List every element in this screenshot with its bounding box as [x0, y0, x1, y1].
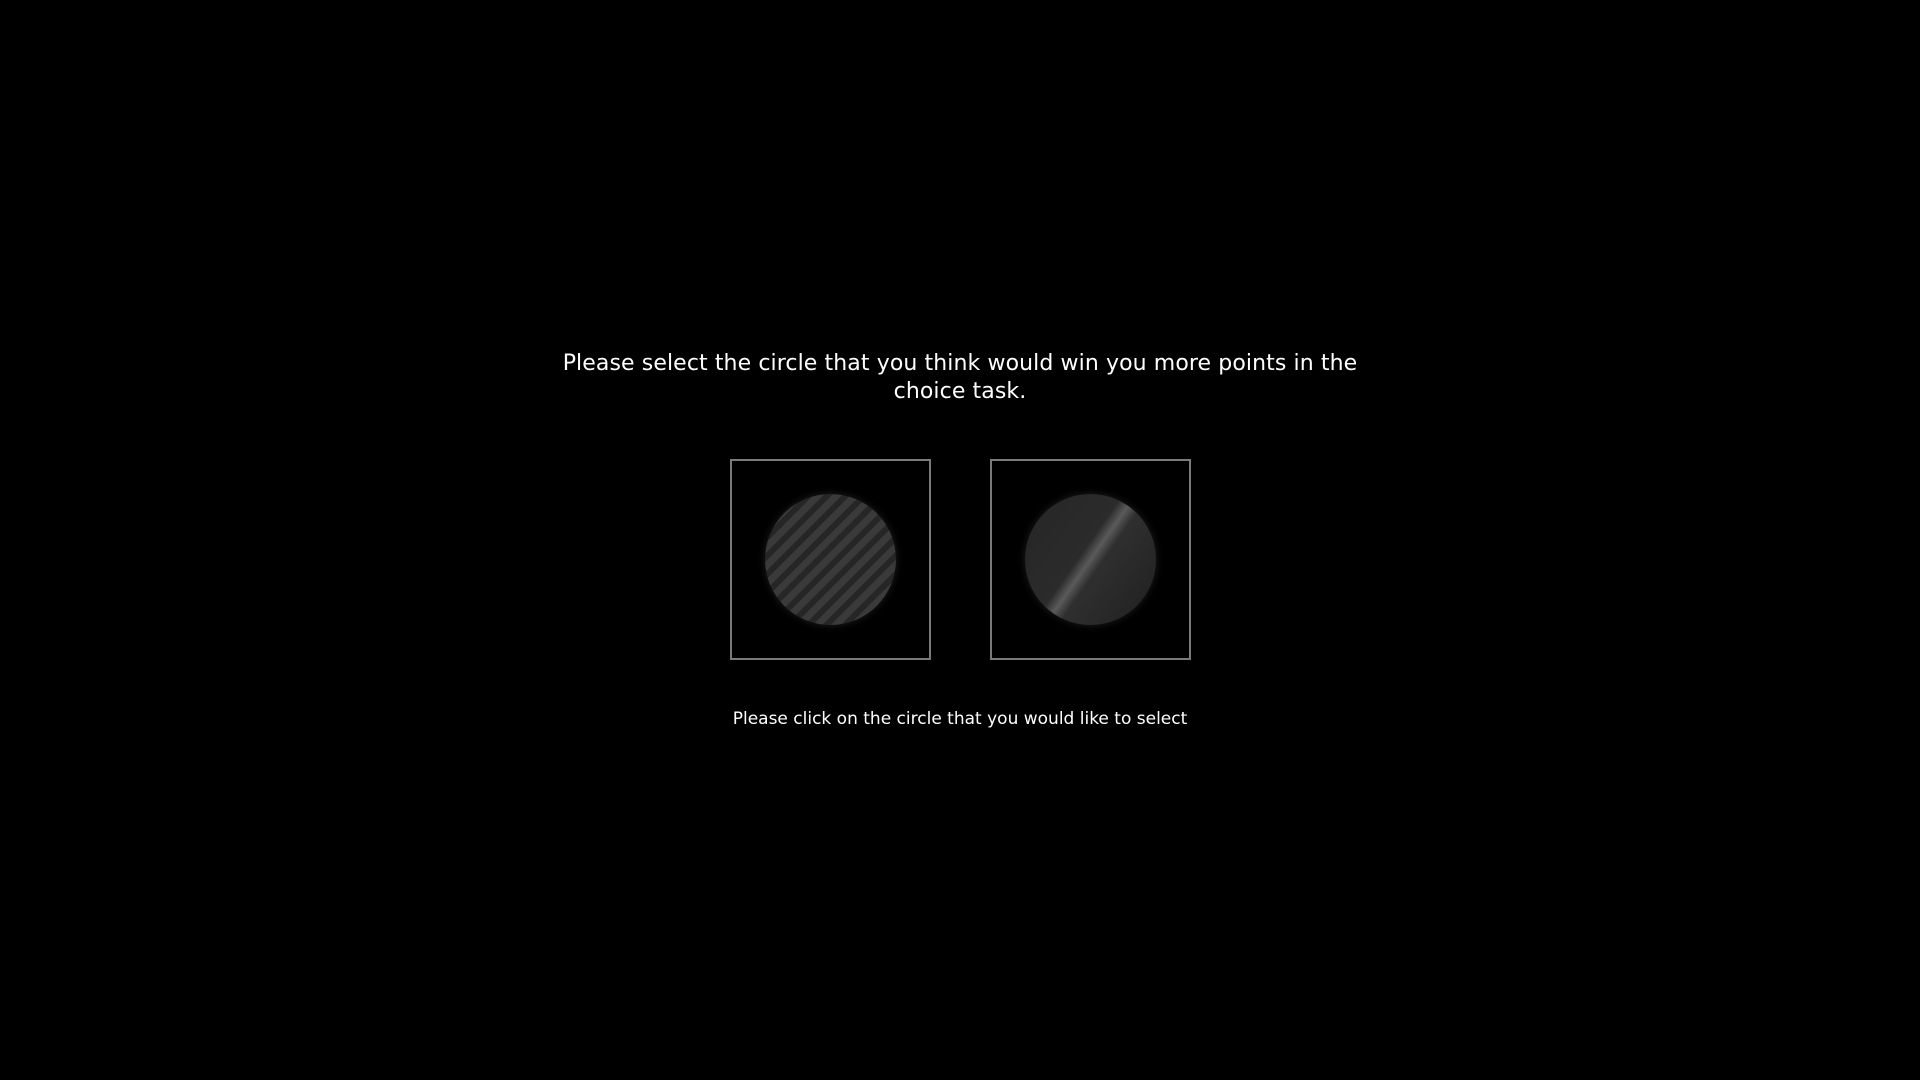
- question-prompt-line-1: Please select the circle that you think …: [562, 351, 1358, 376]
- question-prompt-line-2: choice task.: [893, 379, 1027, 404]
- choice-options: [730, 459, 1191, 660]
- right-choice-box[interactable]: [990, 459, 1191, 660]
- sheen-circle-option[interactable]: [1025, 494, 1156, 625]
- left-choice-box[interactable]: [730, 459, 931, 660]
- striped-circle-option[interactable]: [765, 494, 896, 625]
- choice-screen: Please select the circle that you think …: [0, 0, 1920, 1080]
- question-prompt: Please select the circle that you think …: [560, 350, 1360, 406]
- click-instruction: Please click on the circle that you woul…: [732, 709, 1188, 729]
